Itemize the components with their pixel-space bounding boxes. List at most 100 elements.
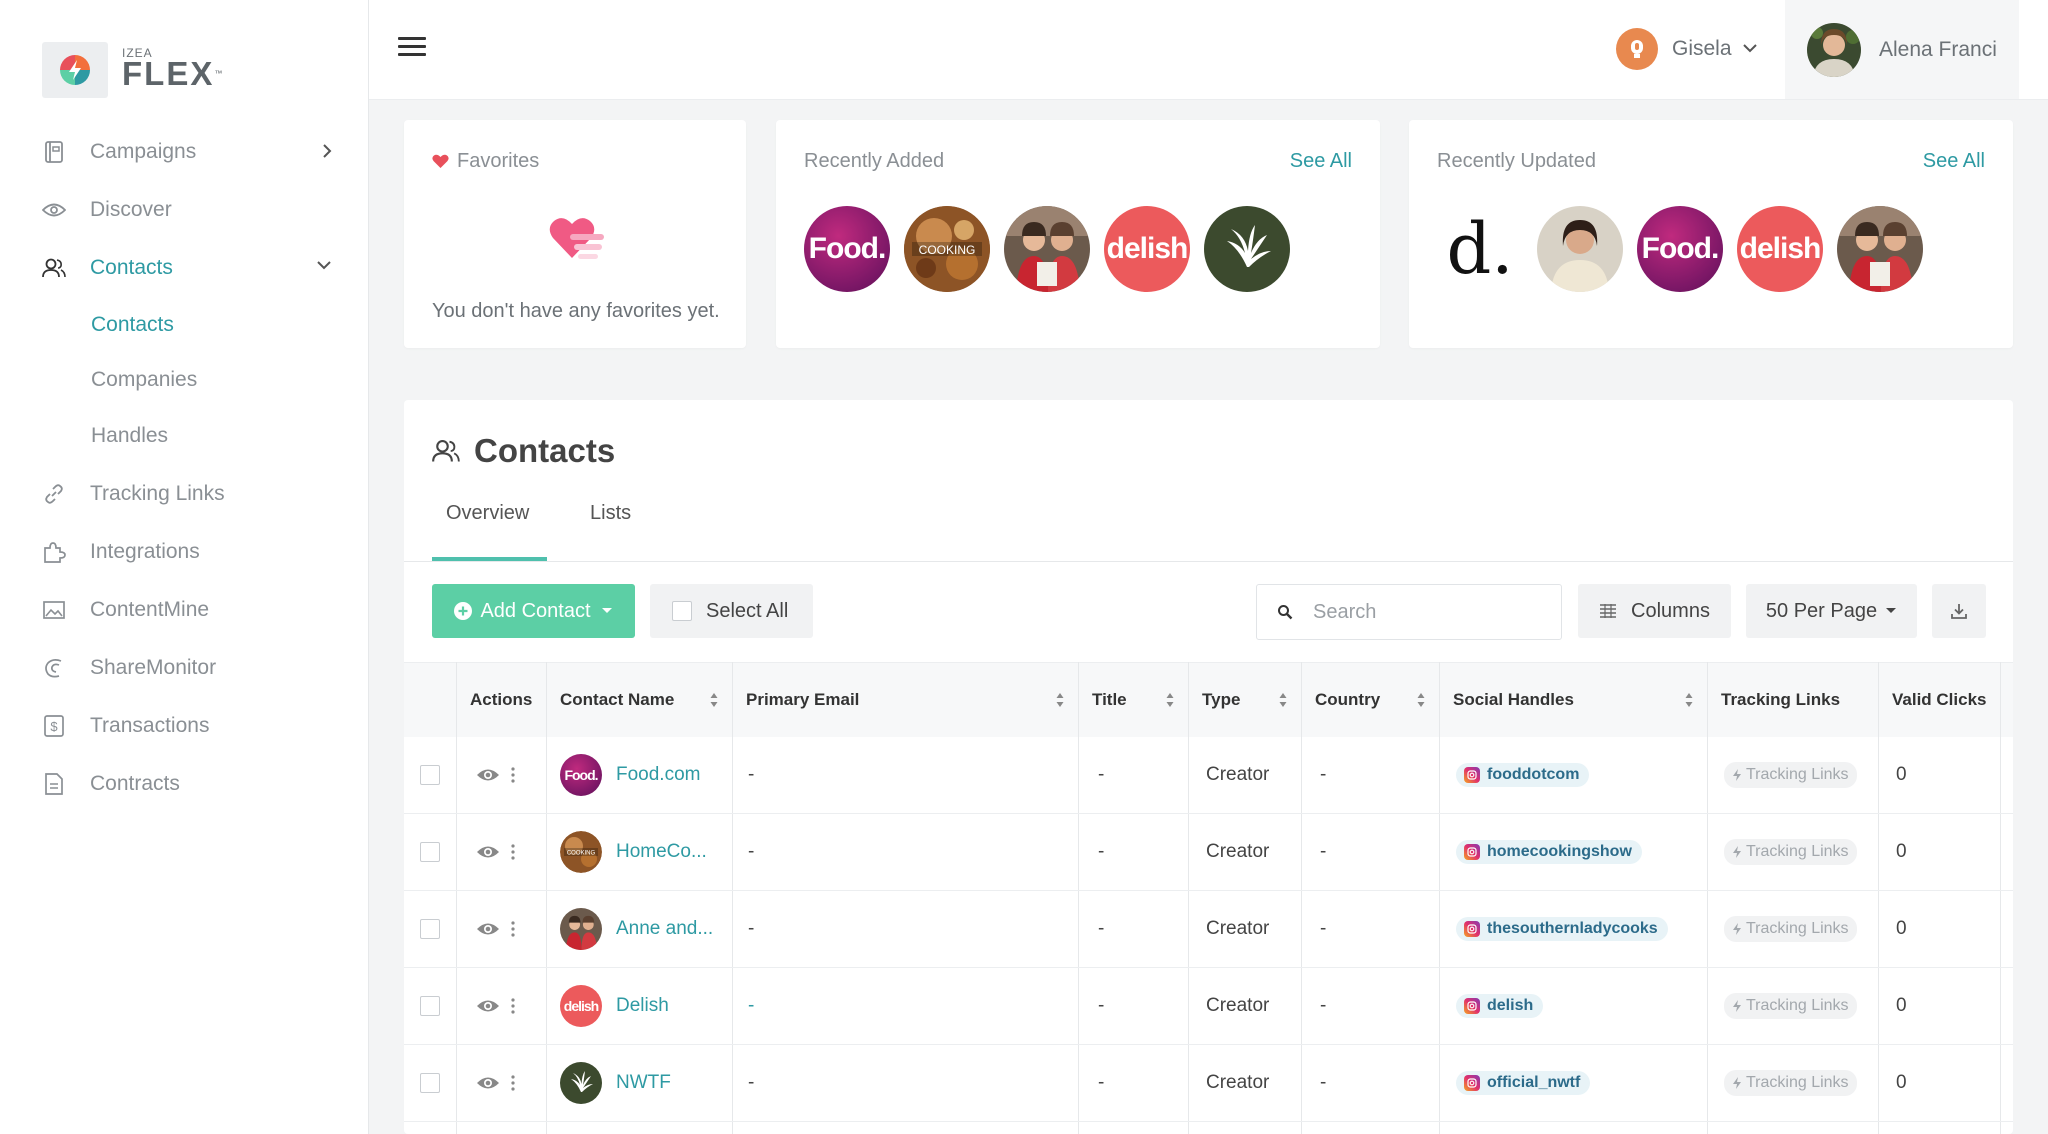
sort-icon — [1279, 693, 1287, 707]
subnav-contacts[interactable]: Contacts — [91, 313, 174, 337]
nav-label: Integrations — [90, 540, 200, 563]
row-checkbox[interactable] — [420, 919, 440, 939]
image-icon — [42, 598, 66, 622]
col-social-handles[interactable]: Social Handles — [1439, 663, 1707, 737]
search-input[interactable]: Search — [1256, 584, 1562, 640]
nav-transactions[interactable]: $ Transactions — [42, 706, 342, 746]
sort-icon — [1417, 693, 1425, 707]
tracking-links-badge[interactable]: Tracking Links — [1724, 762, 1857, 788]
add-contact-button[interactable]: Add Contact — [432, 584, 635, 638]
caret-down-icon — [601, 608, 612, 613]
tab-lists[interactable]: Lists — [590, 502, 631, 525]
tracking-links-badge[interactable]: Tracking Links — [1724, 993, 1857, 1019]
contact-avatar-food[interactable]: Food. — [1637, 206, 1723, 292]
per-page-select[interactable]: 50 Per Page — [1746, 584, 1917, 638]
more-vertical-icon[interactable] — [510, 920, 516, 938]
contact-name-link[interactable]: Anne and... — [616, 918, 713, 940]
columns-button[interactable]: Columns — [1578, 584, 1731, 638]
contact-avatar-anne[interactable] — [1004, 206, 1090, 292]
contact-avatar-anne[interactable] — [1837, 206, 1923, 292]
type-value: Creator — [1206, 1072, 1270, 1093]
contact-name-link[interactable]: NWTF — [616, 1072, 671, 1094]
valid-clicks-value: 0 — [1896, 918, 1907, 939]
nav-tracking-links[interactable]: Tracking Links — [42, 474, 342, 514]
nav-contracts[interactable]: Contracts — [42, 764, 342, 804]
contact-avatar-woman[interactable] — [1537, 206, 1623, 292]
tracking-links-badge[interactable]: Tracking Links — [1724, 916, 1857, 942]
user-menu[interactable]: Alena Franci — [1785, 0, 2019, 99]
more-vertical-icon[interactable] — [510, 1074, 516, 1092]
table-row[interactable]: Anne and... - - Creator - thesouthernlad… — [404, 891, 2013, 968]
table-row[interactable]: delish Delish - - Creator - delish Track… — [404, 968, 2013, 1045]
table-row[interactable]: Food. Food.com - - Creator - fooddotcom … — [404, 737, 2013, 814]
view-eye-icon[interactable] — [476, 767, 500, 783]
valid-clicks-value: 0 — [1896, 1072, 1907, 1093]
nav-contacts[interactable]: Contacts — [42, 248, 342, 288]
favorites-card: Favorites You don't have any favorites y… — [404, 120, 746, 348]
search-icon — [1278, 605, 1293, 620]
more-vertical-icon[interactable] — [510, 997, 516, 1015]
view-eye-icon[interactable] — [476, 998, 500, 1014]
contact-avatar-delish[interactable]: delish — [1737, 206, 1823, 292]
contact-name-link[interactable]: Delish — [616, 995, 669, 1017]
social-handle-badge[interactable]: fooddotcom — [1456, 763, 1590, 787]
contact-name-link[interactable]: Food.com — [616, 764, 700, 786]
recently-updated-see-all-link[interactable]: See All — [1923, 150, 1985, 173]
tracking-links-badge[interactable]: Tracking Links — [1724, 1070, 1857, 1096]
subnav-handles[interactable]: Handles — [91, 424, 168, 448]
instagram-icon — [1464, 844, 1480, 860]
contact-avatar-homecooking[interactable]: COOKING — [904, 206, 990, 292]
social-handle-badge[interactable]: delish — [1456, 994, 1544, 1018]
contact-name-link[interactable]: HomeCo... — [616, 841, 707, 863]
select-all-button[interactable]: Select All — [650, 584, 813, 638]
tab-overview[interactable]: Overview — [446, 502, 529, 525]
col-contact-name[interactable]: Contact Name — [546, 663, 732, 737]
col-primary-email[interactable]: Primary Email — [732, 663, 1078, 737]
social-handle-badge[interactable]: thesouthernladycooks — [1456, 917, 1668, 941]
row-checkbox[interactable] — [420, 996, 440, 1016]
primary-email: - — [748, 918, 755, 939]
tabs-divider — [404, 561, 2013, 562]
nav-contentmine[interactable]: ContentMine — [42, 590, 342, 630]
table-row[interactable]: COOKING HomeCo... - - Creator - homecook… — [404, 814, 2013, 891]
type-value: Creator — [1206, 995, 1270, 1016]
contact-avatar-delish[interactable]: delish — [1104, 206, 1190, 292]
user-avatar — [1807, 22, 1861, 77]
col-title[interactable]: Title — [1078, 663, 1188, 737]
view-eye-icon[interactable] — [476, 921, 500, 937]
nav-campaigns[interactable]: Campaigns — [42, 132, 342, 172]
more-vertical-icon[interactable] — [510, 843, 516, 861]
title-value: - — [1098, 764, 1105, 785]
lightning-icon — [1733, 846, 1741, 858]
more-vertical-icon[interactable] — [510, 766, 516, 784]
view-eye-icon[interactable] — [476, 1075, 500, 1091]
select-all-checkbox[interactable] — [672, 601, 692, 621]
view-eye-icon[interactable] — [476, 844, 500, 860]
contact-avatar-nwtf[interactable] — [1204, 206, 1290, 292]
tracking-links-badge[interactable]: Tracking Links — [1724, 839, 1857, 865]
hamburger-menu-icon[interactable] — [398, 37, 426, 59]
row-checkbox[interactable] — [420, 765, 440, 785]
social-handle-badge[interactable]: homecookingshow — [1456, 840, 1642, 864]
contact-avatar-d[interactable]: d. — [1437, 206, 1523, 292]
row-checkbox[interactable] — [420, 1073, 440, 1093]
contact-avatar-food[interactable]: Food. — [804, 206, 890, 292]
col-type[interactable]: Type — [1188, 663, 1301, 737]
type-value: Creator — [1206, 841, 1270, 862]
col-country[interactable]: Country — [1301, 663, 1439, 737]
subnav-companies[interactable]: Companies — [91, 368, 197, 392]
title-value: - — [1098, 918, 1105, 939]
download-button[interactable] — [1932, 584, 1986, 638]
izea-flex-logo[interactable]: IZEA FLEX™ — [42, 42, 222, 98]
nav-sharemonitor[interactable]: ShareMonitor — [42, 648, 342, 688]
sidebar: IZEA FLEX™ Campaigns Discover Contacts C… — [0, 0, 369, 1134]
nav-discover[interactable]: Discover — [42, 190, 342, 230]
social-handle-badge[interactable]: official_nwtf — [1456, 1071, 1591, 1095]
table-row[interactable]: NWTF - - Creator - official_nwtf Trackin… — [404, 1045, 2013, 1122]
nav-integrations[interactable]: Integrations — [42, 532, 342, 572]
recently-added-see-all-link[interactable]: See All — [1290, 150, 1352, 173]
contacts-panel: Contacts Overview Lists Add Contact Sele… — [404, 400, 2013, 1134]
account-switcher[interactable]: Gisela — [1616, 28, 1758, 70]
country-value: - — [1320, 1072, 1327, 1093]
row-checkbox[interactable] — [420, 842, 440, 862]
